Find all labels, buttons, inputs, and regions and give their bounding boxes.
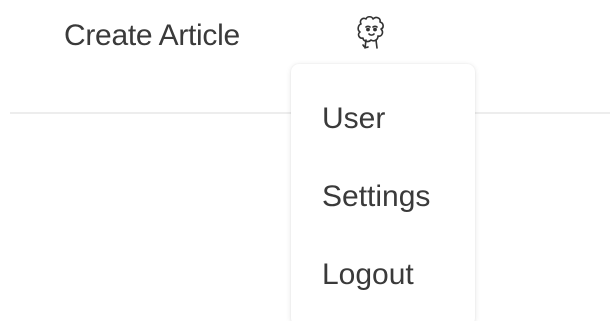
user-avatar-button[interactable] [354, 14, 388, 54]
menu-item-logout[interactable]: Logout [322, 253, 414, 297]
menu-item-user[interactable]: User [322, 97, 385, 141]
menu-item-settings[interactable]: Settings [322, 175, 430, 219]
user-dropdown-menu: User Settings Logout [291, 64, 475, 321]
sheep-avatar-icon [357, 15, 384, 49]
page: Create Article User Settings Logout [0, 0, 610, 321]
create-article-link[interactable]: Create Article [64, 14, 240, 58]
